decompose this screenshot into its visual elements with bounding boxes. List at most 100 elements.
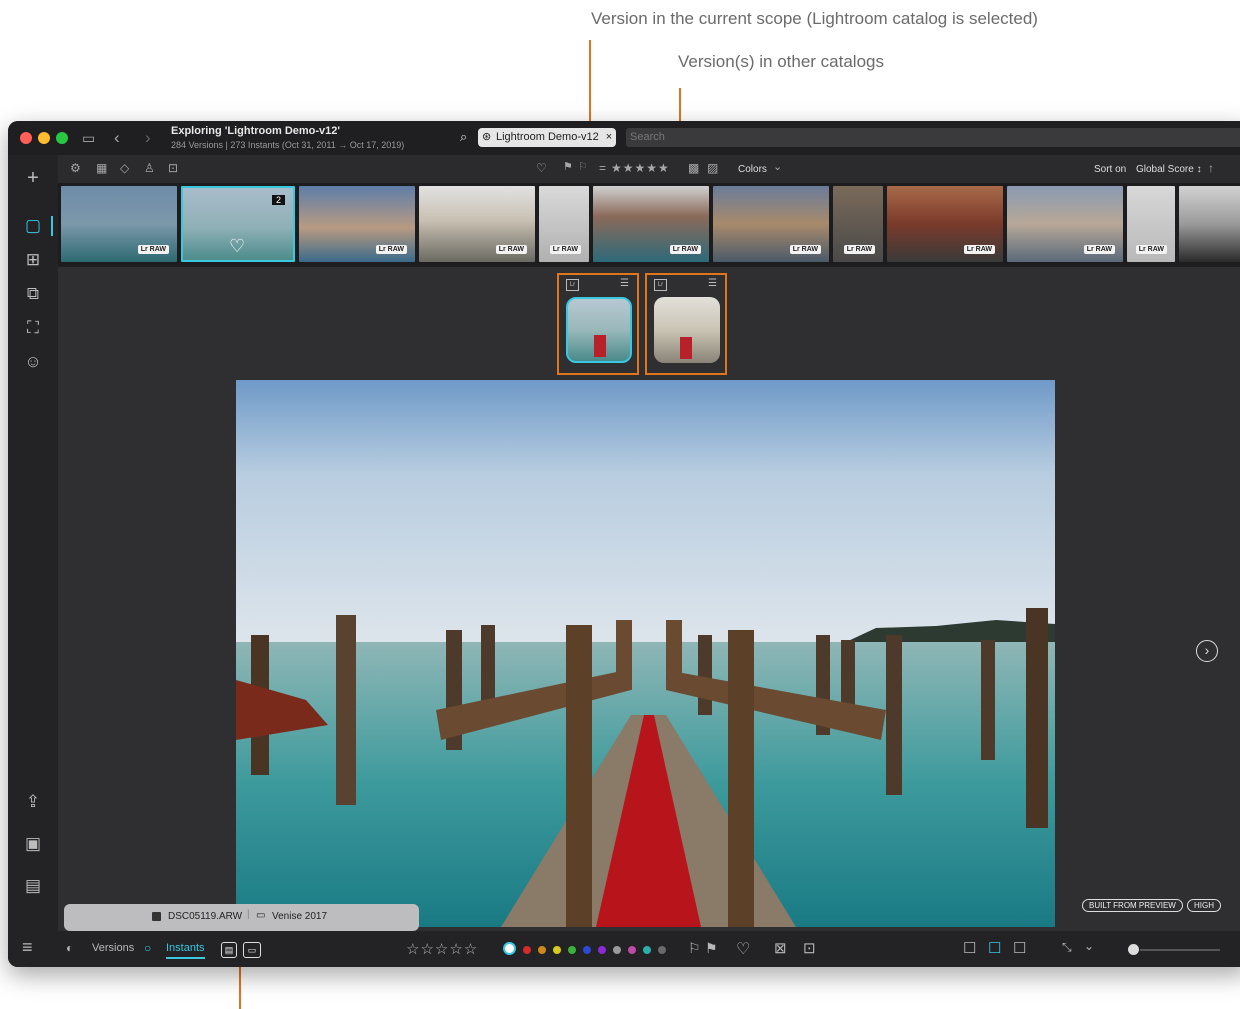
back-chevron-icon[interactable]: ‹ [114,129,120,146]
heart-filter-icon[interactable]: ♡ [536,162,547,174]
folder-view-button[interactable]: ▭ [243,942,261,958]
share-icon[interactable]: ⇪ [20,789,46,815]
reject-icon[interactable]: ⚑ [705,940,718,957]
window-title: Exploring 'Lightroom Demo-v12' [171,125,341,137]
catalog-filter-chip[interactable]: ⊛ Lightroom Demo-v12 × [478,128,617,147]
version-thumb[interactable] [654,297,720,363]
red-carpet-shape [594,335,606,357]
sort-label: Sort on [1094,164,1127,175]
sidebar-toggle-icon[interactable]: ▭ [82,131,95,145]
filmstrip-thumb[interactable]: Lr RAW [593,186,709,262]
color-label-none[interactable] [503,942,516,955]
color-label-gray[interactable] [613,946,621,954]
filmstrip-thumb[interactable]: Lr RAW [61,186,177,262]
instants-icon[interactable]: ○ [144,941,151,955]
zoom-slider-track[interactable] [1140,949,1220,951]
next-photo-button[interactable]: › [1196,640,1218,662]
tag-icon[interactable]: ◇ [120,162,129,174]
color-label-yellow[interactable] [553,946,561,954]
face-frame-icon[interactable]: ⊡ [803,939,816,957]
reject-flag-icon[interactable]: ⚐ [578,162,588,173]
raw-badge: Lr RAW [137,245,169,254]
main-viewer: Lr ☰ Lr ☰ › BUILT FROM PREVIEW HIGH [58,267,1240,931]
color-label-orange[interactable] [538,946,546,954]
color-label-green[interactable] [568,946,576,954]
zoom-window-button[interactable] [56,132,68,144]
folder-name: Venise 2017 [272,911,328,922]
venice-pier-image [236,380,1055,927]
filmstrip-thumb[interactable]: Lr RAW [299,186,415,262]
filmstrip-thumb[interactable]: Lr RAW [539,186,589,262]
minimize-window-button[interactable] [38,132,50,144]
raw-badge: Lr RAW [1135,245,1167,254]
add-icon[interactable]: + [20,165,46,191]
filmstrip-thumb[interactable]: Lr RAW [1007,186,1123,262]
close-window-button[interactable] [20,132,32,144]
filmstrip-thumb[interactable]: Lr RAW [1127,186,1175,262]
sort-direction-icon[interactable]: ↑ [1208,162,1214,174]
sort-dropdown[interactable]: Global Score ↕ [1136,164,1202,175]
menu-icon[interactable]: ≡ [22,937,33,958]
stack-view-icon[interactable]: ⧉ [20,281,46,307]
flag-icon[interactable]: ⚐ [688,940,701,957]
color-label-pink[interactable] [628,946,636,954]
raw-badge: Lr RAW [669,245,701,254]
image-icon[interactable]: ▨ [707,162,718,174]
version-current-scope[interactable]: Lr ☰ [557,273,639,375]
instants-tab[interactable]: Instants [166,942,205,959]
search-icon[interactable]: ⌕ [460,130,467,143]
color-label-teal[interactable] [643,946,651,954]
auto-layout-icon[interactable]: ☐ [963,939,976,957]
filmstrip-layout-icon[interactable]: ☐ [988,939,1001,957]
color-label-blue[interactable] [583,946,591,954]
color-label-red[interactable] [523,946,531,954]
versions-toggle-icon[interactable]: ◐ [66,941,73,955]
single-view-icon[interactable]: ▢ [20,213,46,239]
filmstrip-thumb-selected[interactable]: 2 ♡ [181,186,295,262]
color-label-dark[interactable] [658,946,666,954]
chevron-down-icon[interactable]: ⌄ [1084,939,1094,953]
equal-rating-icon[interactable]: = [599,162,606,174]
import-icon[interactable]: ▣ [20,831,46,857]
adjustments-icon[interactable]: ☰ [708,278,717,289]
selected-count-badge: 2 [271,195,285,205]
separator: | [247,909,250,920]
adjustments-icon[interactable]: ☰ [620,278,629,289]
flag-icon[interactable]: ⚑ [563,162,573,173]
remove-chip-icon[interactable]: × [606,131,612,143]
heart-icon[interactable]: ♡ [736,939,750,959]
folder-icon: ▭ [256,910,266,921]
filmstrip-thumb[interactable]: Lr RAW [887,186,1003,262]
grid-layout-icon[interactable]: ☐ [1013,939,1026,957]
hierarchy-icon[interactable]: ⚙ [70,162,81,174]
face-search-icon[interactable]: ⊡ [168,162,178,174]
version-other-catalog[interactable]: Lr ☰ [645,273,727,375]
map-icon[interactable]: ⛶ [20,315,46,341]
forward-chevron-icon[interactable]: › [145,129,151,146]
versions-tab[interactable]: Versions [92,942,134,954]
rating-filter[interactable]: ★★★★★ [611,162,670,174]
colors-dropdown[interactable]: Colors [738,164,767,175]
file-view-button[interactable]: ▤ [221,942,237,958]
search-bar: ⌕ ⊛ Lightroom Demo-v12 × Search [458,127,1240,149]
filmstrip-thumb[interactable]: Lr RAW [833,186,883,262]
filmstrip-thumb[interactable] [1179,186,1240,262]
rating-input[interactable]: ☆☆☆☆☆ [406,940,478,958]
people-icon[interactable]: ☺ [20,349,46,375]
fullscreen-icon[interactable]: ⤡ [1062,940,1072,955]
calendar-icon[interactable]: ▦ [96,162,107,174]
filmstrip-thumb[interactable]: Lr RAW [419,186,535,262]
grid-view-icon[interactable]: ⊞ [20,247,46,273]
person-icon[interactable]: ♙ [144,162,155,174]
version-thumb-selected[interactable] [566,297,632,363]
filmstrip-thumb[interactable]: Lr RAW [713,186,829,262]
search-input[interactable]: Search [626,128,1240,147]
callout-other-catalogs: Version(s) in other catalogs [678,52,884,71]
add-photos-icon[interactable]: ▤ [20,873,46,899]
active-indicator [51,216,53,236]
film-icon[interactable]: ▩ [688,162,699,174]
color-label-purple[interactable] [598,946,606,954]
face-detect-icon[interactable]: ⊠ [774,939,787,957]
title-bar: ▭ ‹ › Exploring 'Lightroom Demo-v12' 284… [8,121,1240,155]
zoom-slider-knob[interactable] [1128,944,1139,955]
